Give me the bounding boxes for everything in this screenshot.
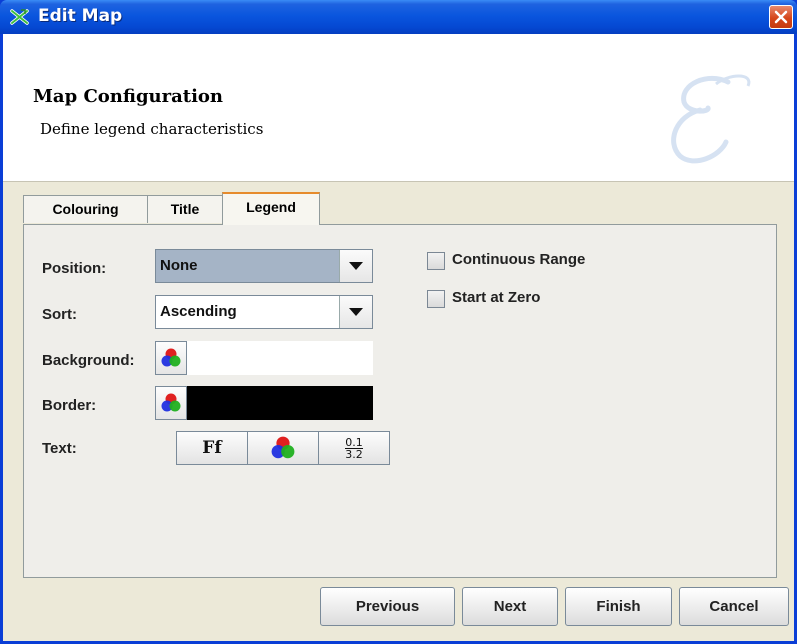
number-format-button[interactable]: 0.1 3.2	[318, 431, 390, 465]
tab-title[interactable]: Title	[147, 195, 223, 223]
sort-select-value: Ascending	[160, 303, 237, 320]
map-wizard-icon	[10, 7, 30, 27]
script-e-watermark-icon	[671, 74, 751, 164]
rgb-circles-icon	[161, 348, 181, 367]
font-button[interactable]: Ff	[176, 431, 248, 465]
border-color-button[interactable]	[155, 386, 187, 420]
cancel-button[interactable]: Cancel	[679, 587, 789, 626]
border-color-swatch[interactable]	[187, 386, 373, 420]
start-at-zero-label[interactable]: Start at Zero	[452, 289, 540, 306]
tab-colouring[interactable]: Colouring	[23, 195, 148, 223]
close-icon	[774, 10, 788, 24]
edit-map-window: Edit Map Map Configuration Define legend…	[0, 0, 797, 644]
number-format-bottom: 3.2	[345, 448, 363, 461]
rgb-circles-icon	[161, 393, 181, 412]
close-button[interactable]	[769, 5, 793, 29]
position-select[interactable]: None	[155, 249, 373, 283]
chevron-down-icon	[349, 262, 363, 270]
dialog-body: Map Configuration Define legend characte…	[3, 34, 794, 641]
continuous-range-checkbox[interactable]	[427, 252, 445, 270]
background-color-swatch[interactable]	[187, 341, 373, 375]
background-label: Background:	[42, 352, 135, 369]
position-dropdown-button[interactable]	[339, 250, 372, 282]
border-label: Border:	[42, 397, 97, 414]
font-icon: Ff	[202, 438, 222, 458]
page-title: Map Configuration	[33, 86, 224, 107]
text-color-button[interactable]	[247, 431, 319, 465]
number-format-icon: 0.1 3.2	[319, 432, 389, 460]
page-subtitle: Define legend characteristics	[40, 120, 264, 138]
chevron-down-icon	[349, 308, 363, 316]
title-bar[interactable]: Edit Map	[0, 0, 797, 34]
wizard-header: Map Configuration Define legend characte…	[3, 34, 794, 182]
window-title: Edit Map	[38, 6, 123, 26]
sort-dropdown-button[interactable]	[339, 296, 372, 328]
legend-tab-panel	[23, 224, 777, 578]
continuous-range-label[interactable]: Continuous Range	[452, 251, 585, 268]
sort-select[interactable]: Ascending	[155, 295, 373, 329]
next-button[interactable]: Next	[462, 587, 558, 626]
background-color-button[interactable]	[155, 341, 187, 375]
position-label: Position:	[42, 260, 107, 277]
finish-button[interactable]: Finish	[565, 587, 672, 626]
text-label: Text:	[42, 440, 77, 457]
position-select-value: None	[156, 250, 340, 282]
rgb-circles-icon	[271, 436, 295, 459]
start-at-zero-checkbox[interactable]	[427, 290, 445, 308]
sort-label: Sort:	[42, 306, 77, 323]
previous-button[interactable]: Previous	[320, 587, 455, 626]
tab-legend[interactable]: Legend	[222, 192, 320, 225]
